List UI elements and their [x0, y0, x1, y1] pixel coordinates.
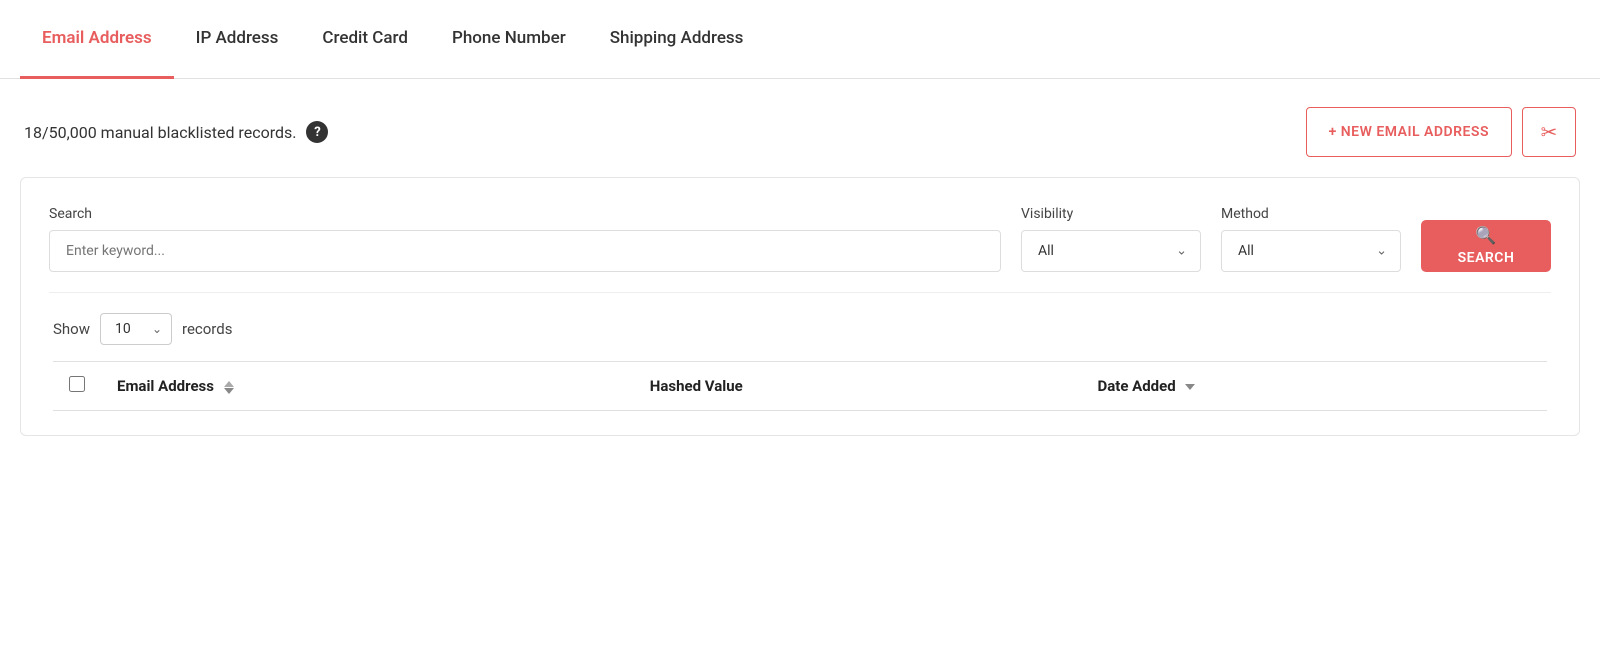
email-sort-icon[interactable]	[224, 381, 234, 394]
th-email-address: Email Address	[101, 362, 634, 411]
method-select[interactable]: All Manual Automatic	[1221, 230, 1401, 272]
records-info: 18/50,000 manual blacklisted records. ?	[24, 121, 328, 143]
info-bar: 18/50,000 manual blacklisted records. ? …	[0, 79, 1600, 177]
panel-divider	[49, 292, 1551, 293]
sort-up-icon	[224, 381, 234, 387]
search-input[interactable]	[49, 230, 1001, 272]
search-panel: Search Visibility All Visible Hidden ⌄ M…	[20, 177, 1580, 436]
sort-down-icon	[224, 388, 234, 394]
tab-credit-card[interactable]: Credit Card	[300, 0, 430, 79]
method-label: Method	[1221, 206, 1401, 222]
table-head: Email Address Hashed Value Date Added	[53, 362, 1547, 411]
show-per-page-select[interactable]: 10 25 50 100	[100, 313, 172, 345]
search-button-label: SEARCH	[1458, 250, 1515, 266]
search-icon: 🔍	[1475, 226, 1497, 246]
tools-button[interactable]: ✂	[1522, 107, 1576, 157]
tabs-bar: Email Address IP Address Credit Card Pho…	[0, 0, 1600, 79]
search-button[interactable]: 🔍 SEARCH	[1421, 220, 1551, 272]
show-select-wrapper: 10 25 50 100 ⌄	[100, 313, 172, 345]
visibility-dropdown-wrapper: All Visible Hidden ⌄	[1021, 230, 1201, 272]
search-row: Search Visibility All Visible Hidden ⌄ M…	[49, 206, 1551, 272]
method-dropdown-wrapper: All Manual Automatic ⌄	[1221, 230, 1401, 272]
search-field: Search	[49, 206, 1001, 272]
records-controls: Show 10 25 50 100 ⌄ records	[49, 313, 1551, 361]
new-email-button[interactable]: + NEW EMAIL ADDRESS	[1306, 107, 1512, 157]
blacklist-table: Email Address Hashed Value Date Added	[53, 361, 1547, 411]
th-hashed-value: Hashed Value	[634, 362, 1082, 411]
visibility-select[interactable]: All Visible Hidden	[1021, 230, 1201, 272]
show-label: Show	[53, 320, 90, 338]
date-sort-down-icon	[1185, 384, 1195, 390]
select-all-checkbox[interactable]	[69, 376, 85, 392]
help-icon[interactable]: ?	[306, 121, 328, 143]
table-wrapper: Email Address Hashed Value Date Added	[49, 361, 1551, 411]
tab-ip-address[interactable]: IP Address	[174, 0, 301, 79]
search-label: Search	[49, 206, 1001, 222]
th-email-address-label: Email Address	[117, 377, 214, 395]
tab-phone-number[interactable]: Phone Number	[430, 0, 588, 79]
tab-email-address[interactable]: Email Address	[20, 0, 174, 79]
th-checkbox	[53, 362, 101, 411]
action-buttons: + NEW EMAIL ADDRESS ✂	[1306, 107, 1576, 157]
table-header-row: Email Address Hashed Value Date Added	[53, 362, 1547, 411]
page-wrapper: Email Address IP Address Credit Card Pho…	[0, 0, 1600, 655]
th-date-added: Date Added	[1081, 362, 1547, 411]
th-date-added-label: Date Added	[1097, 377, 1175, 395]
visibility-field: Visibility All Visible Hidden ⌄	[1021, 206, 1201, 272]
visibility-label: Visibility	[1021, 206, 1201, 222]
records-label: records	[182, 320, 232, 338]
th-hashed-value-label: Hashed Value	[650, 377, 743, 395]
date-sort-icon[interactable]	[1185, 384, 1195, 390]
records-count-text: 18/50,000 manual blacklisted records.	[24, 123, 296, 142]
tab-shipping-address[interactable]: Shipping Address	[588, 0, 766, 79]
method-field: Method All Manual Automatic ⌄	[1221, 206, 1401, 272]
